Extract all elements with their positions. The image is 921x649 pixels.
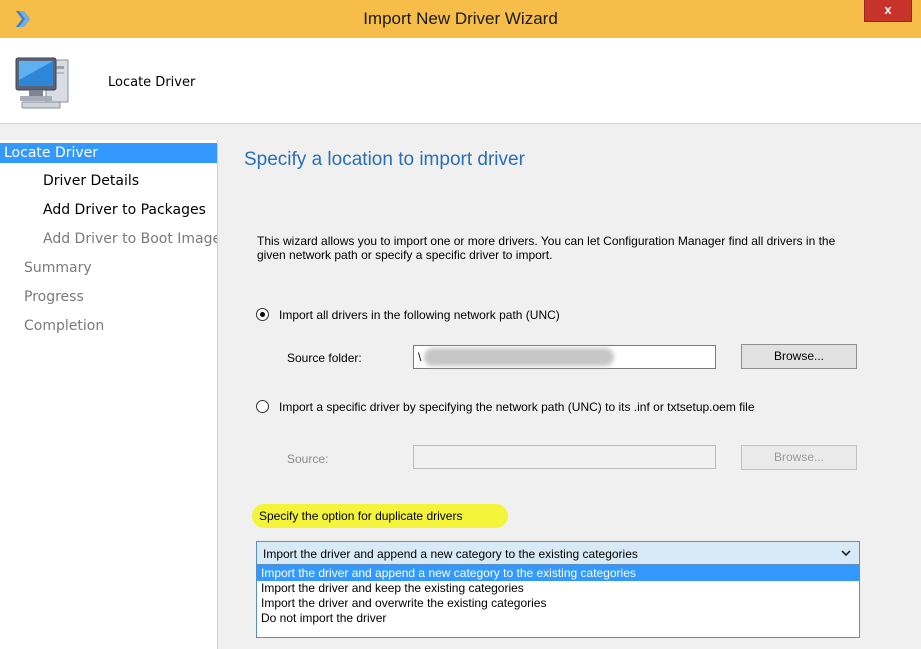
radio-import-all[interactable] bbox=[256, 308, 269, 321]
step-title: Locate Driver bbox=[108, 75, 196, 90]
close-button[interactable]: x bbox=[864, 0, 912, 22]
nav-step-add-to-boot-images: Add Driver to Boot Images bbox=[43, 231, 218, 247]
wizard-content: Specify a location to import driver This… bbox=[219, 125, 921, 649]
dropdown-option-do-not-import[interactable]: Do not import the driver bbox=[257, 611, 859, 626]
duplicate-option-label: Specify the option for duplicate drivers bbox=[259, 509, 463, 523]
chevron-down-icon bbox=[841, 550, 851, 557]
dropdown-option-append[interactable]: Import the driver and append a new categ… bbox=[257, 566, 859, 581]
browse-source-button: Browse... bbox=[741, 445, 857, 470]
duplicate-option-dropdown[interactable]: Import the driver and append a new categ… bbox=[256, 541, 860, 565]
dropdown-option-overwrite[interactable]: Import the driver and overwrite the exis… bbox=[257, 596, 859, 611]
radio-import-specific[interactable] bbox=[256, 400, 269, 413]
nav-step-driver-details[interactable]: Driver Details bbox=[43, 173, 139, 189]
window-title: Import New Driver Wizard bbox=[363, 9, 558, 28]
source-label: Source: bbox=[287, 452, 329, 466]
duplicate-option-list: Import the driver and append a new categ… bbox=[256, 565, 860, 638]
nav-step-progress: Progress bbox=[24, 289, 84, 305]
dropdown-option-keep[interactable]: Import the driver and keep the existing … bbox=[257, 581, 859, 596]
wizard-steps-nav: Locate Driver Driver Details Add Driver … bbox=[0, 140, 218, 649]
close-icon: x bbox=[884, 2, 892, 17]
source-input bbox=[413, 445, 716, 469]
radio-import-all-label[interactable]: Import all drivers in the following netw… bbox=[279, 308, 560, 322]
dropdown-selected-value: Import the driver and append a new categ… bbox=[263, 547, 638, 561]
radio-import-specific-label[interactable]: Import a specific driver by specifying t… bbox=[279, 400, 755, 414]
wizard-header: Locate Driver bbox=[0, 38, 921, 124]
title-bar: Import New Driver Wizard x bbox=[0, 0, 921, 38]
computer-icon bbox=[15, 57, 69, 109]
redacted-path bbox=[424, 348, 614, 366]
browse-source-folder-button[interactable]: Browse... bbox=[741, 344, 857, 369]
nav-step-locate-driver[interactable]: Locate Driver bbox=[0, 143, 217, 163]
source-folder-input[interactable]: \ bbox=[413, 345, 716, 369]
nav-step-summary: Summary bbox=[24, 260, 92, 276]
nav-step-add-to-packages[interactable]: Add Driver to Packages bbox=[43, 202, 206, 218]
source-folder-value: \ bbox=[418, 350, 422, 364]
source-folder-label: Source folder: bbox=[287, 351, 362, 365]
description-text: This wizard allows you to import one or … bbox=[257, 234, 836, 262]
page-title: Specify a location to import driver bbox=[244, 149, 525, 170]
nav-step-completion: Completion bbox=[24, 318, 105, 334]
